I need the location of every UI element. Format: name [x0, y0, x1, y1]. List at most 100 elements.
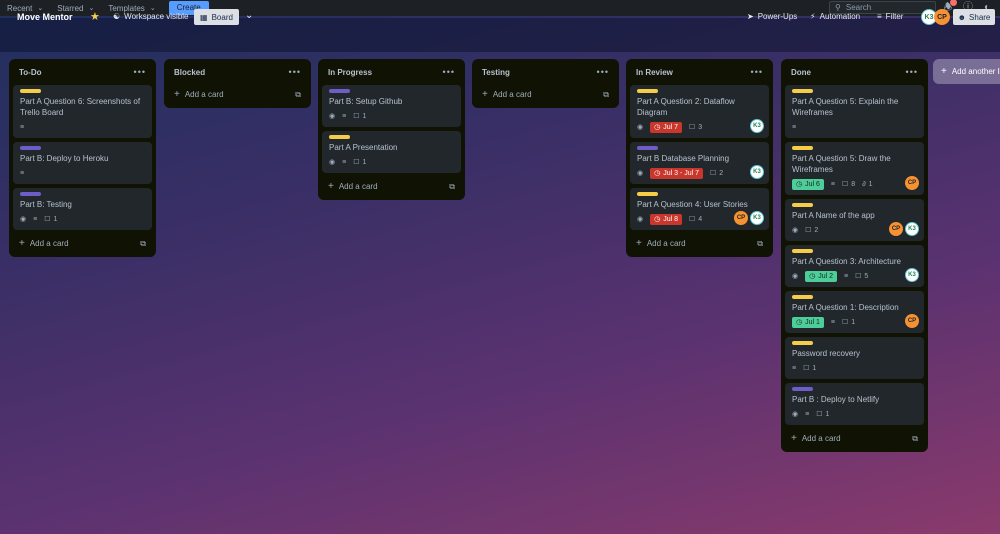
avatar[interactable]: CP: [934, 9, 950, 25]
avatar[interactable]: K3: [750, 165, 764, 179]
card[interactable]: Part A Question 3: Architecture ◉ ◷ Jul 2 ≡ ☐…: [785, 245, 924, 287]
card[interactable]: Part B : Deploy to Netlify ◉ ≡ ☐ 1: [785, 383, 924, 425]
avatar[interactable]: CP: [905, 314, 919, 328]
chevron-down-icon[interactable]: ⌄: [245, 10, 253, 21]
search-icon: ⚲: [835, 3, 841, 12]
card[interactable]: Part A Name of the app ◉ ☐ 2 CP K3: [785, 199, 924, 241]
powerups-button[interactable]: ➤ Power-Ups: [747, 12, 797, 21]
avatar[interactable]: K3: [750, 119, 764, 133]
more-icon[interactable]: •••: [443, 67, 455, 77]
template-icon[interactable]: ⧉: [140, 239, 146, 249]
due-date-badge[interactable]: ◷ Jul 6: [792, 178, 824, 190]
share-button[interactable]: ☻ Share: [953, 9, 995, 25]
card-members: CP: [903, 314, 919, 328]
list-title[interactable]: In Review: [636, 68, 673, 77]
card-label[interactable]: [792, 249, 813, 253]
comment-count: 5: [864, 272, 869, 280]
card-label[interactable]: [792, 387, 813, 391]
automation-button[interactable]: ⚡ Automation: [810, 12, 860, 21]
avatar[interactable]: K3: [750, 211, 764, 225]
share-label: Share: [969, 12, 991, 22]
card-label[interactable]: [637, 89, 658, 93]
card-members: K3: [748, 119, 764, 133]
card[interactable]: Password recovery ≡ ☐ 1: [785, 337, 924, 379]
add-list-button[interactable]: + Add another list: [933, 59, 1000, 84]
card[interactable]: Part A Question 2: Dataflow Diagram ◉ ◷ Jul…: [630, 85, 769, 138]
card[interactable]: Part B: Setup Github ◉ ≡ ☐ 1: [322, 85, 461, 127]
card[interactable]: Part A Presentation ◉ ≡ ☐ 1: [322, 131, 461, 173]
card-label[interactable]: [329, 89, 350, 93]
more-icon[interactable]: •••: [597, 67, 609, 77]
list-title[interactable]: Testing: [482, 68, 510, 77]
list-title[interactable]: Done: [791, 68, 811, 77]
avatar[interactable]: CP: [889, 222, 903, 236]
card[interactable]: Part B Database Planning ◉ ◷ Jul 3 - Jul 7 ☐…: [630, 142, 769, 184]
comments-badge: ☐ 5: [855, 272, 869, 281]
attachments-badge: ∂ 1: [862, 181, 872, 188]
more-icon[interactable]: •••: [289, 67, 301, 77]
card[interactable]: Part A Question 5: Draw the Wireframes ◷ J…: [785, 142, 924, 195]
plus-icon: +: [482, 89, 488, 100]
search-placeholder: Search: [845, 3, 872, 12]
card-label[interactable]: [20, 89, 41, 93]
card-label[interactable]: [792, 295, 813, 299]
board-title[interactable]: Move Mentor: [17, 12, 73, 22]
card-label[interactable]: [792, 341, 813, 345]
list-blocked: Blocked ••• + Add a card ⧉: [164, 59, 311, 108]
card[interactable]: Part B: Testing ◉ ≡ ☐ 1: [13, 188, 152, 230]
board-view-button[interactable]: ▦ Board: [194, 9, 239, 25]
list-title[interactable]: Blocked: [174, 68, 205, 77]
card[interactable]: Part A Question 5: Explain the Wireframe…: [785, 85, 924, 138]
due-date-badge[interactable]: ◷ Jul 2: [805, 270, 838, 282]
card-label[interactable]: [792, 203, 813, 207]
add-card-button[interactable]: + Add a card ⧉: [630, 232, 769, 255]
card[interactable]: Part A Question 4: User Stories ◉ ◷ Jul 8 ☐ 4…: [630, 188, 769, 230]
add-card-button[interactable]: + Add a card ⧉: [476, 83, 615, 106]
card-label[interactable]: [792, 146, 813, 150]
card-label[interactable]: [20, 146, 41, 150]
add-card-button[interactable]: + Add a card ⧉: [13, 232, 152, 255]
due-date-text: Jul 7: [663, 123, 679, 131]
card-label[interactable]: [637, 146, 658, 150]
card-label[interactable]: [637, 192, 658, 196]
card[interactable]: Part B: Deploy to Heroku ≡: [13, 142, 152, 184]
list-title[interactable]: In Progress: [328, 68, 372, 77]
template-icon[interactable]: ⧉: [912, 434, 918, 444]
avatar[interactable]: K3: [905, 268, 919, 282]
card-badges: ◉ ≡ ☐ 1: [792, 408, 917, 420]
template-icon[interactable]: ⧉: [295, 90, 301, 100]
card[interactable]: Part A Question 6: Screenshots of Trello…: [13, 85, 152, 138]
more-icon[interactable]: •••: [906, 67, 918, 77]
template-icon[interactable]: ⧉: [757, 239, 763, 249]
avatar[interactable]: CP: [905, 176, 919, 190]
more-icon[interactable]: •••: [751, 67, 763, 77]
comment-icon: ☐: [855, 273, 862, 280]
card-members: CP: [903, 176, 919, 190]
due-date-badge[interactable]: ◷ Jul 3 - Jul 7: [650, 167, 704, 179]
powerups-label: Power-Ups: [757, 12, 798, 21]
attachment-count: 1: [868, 180, 873, 188]
template-icon[interactable]: ⧉: [603, 90, 609, 100]
avatar[interactable]: K3: [905, 222, 919, 236]
card-label[interactable]: [329, 135, 350, 139]
list-title[interactable]: To-Do: [19, 68, 42, 77]
description-icon: ≡: [33, 215, 38, 223]
card-label[interactable]: [20, 192, 41, 196]
add-card-button[interactable]: + Add a card ⧉: [168, 83, 307, 106]
comment-icon: ☐: [44, 216, 51, 223]
due-date-badge[interactable]: ◷ Jul 1: [792, 316, 824, 328]
star-icon[interactable]: ★: [90, 10, 100, 23]
card[interactable]: Part A Question 1: Description ◷ Jul 1 ≡ ☐ 1 C…: [785, 291, 924, 333]
comment-count: 1: [812, 364, 817, 372]
filter-button[interactable]: ≡ Filter: [877, 12, 903, 21]
avatar[interactable]: CP: [734, 211, 748, 225]
workspace-visibility-button[interactable]: ☯ Workspace visible: [113, 12, 189, 21]
more-icon[interactable]: •••: [134, 67, 146, 77]
add-card-button[interactable]: + Add a card ⧉: [785, 427, 924, 450]
card-label[interactable]: [792, 89, 813, 93]
template-icon[interactable]: ⧉: [449, 182, 455, 192]
due-date-badge[interactable]: ◷ Jul 7: [650, 121, 683, 133]
add-card-label: Add a card: [801, 434, 841, 443]
add-card-button[interactable]: + Add a card ⧉: [322, 175, 461, 198]
due-date-badge[interactable]: ◷ Jul 8: [650, 213, 683, 225]
